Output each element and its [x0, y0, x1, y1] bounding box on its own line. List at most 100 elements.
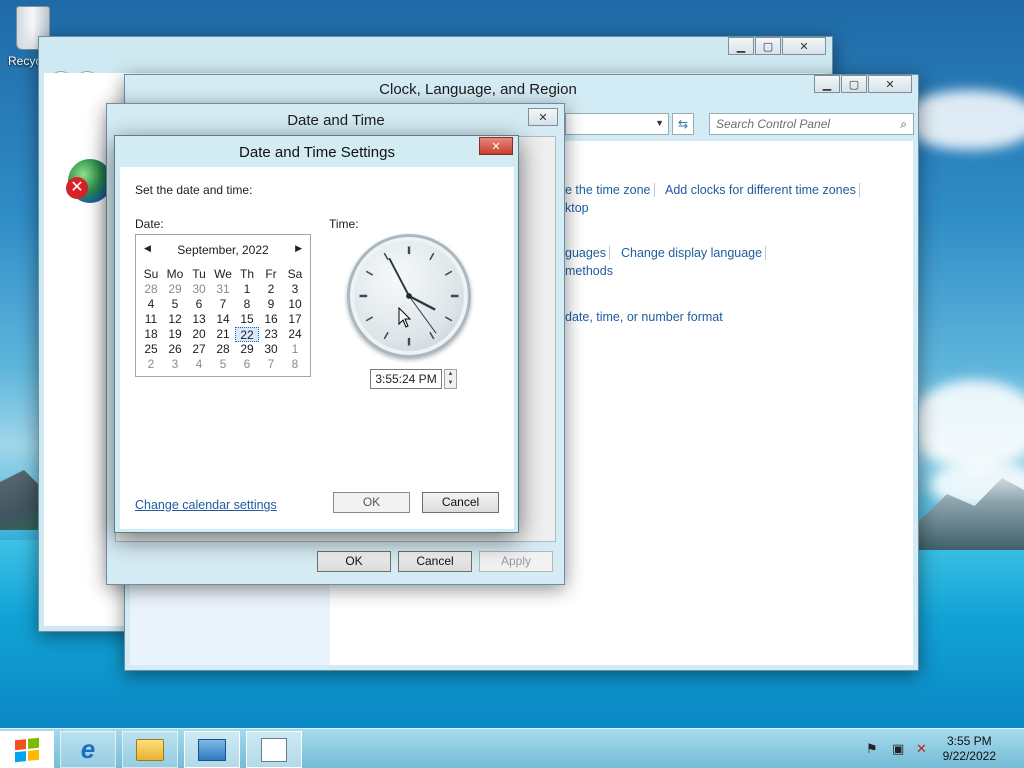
- weekday-header: Tu: [192, 267, 206, 281]
- add-clocks-link[interactable]: Add clocks for different time zones: [665, 183, 856, 197]
- calendar-day[interactable]: 25: [139, 342, 163, 357]
- calendar-day[interactable]: 29: [235, 342, 259, 357]
- calendar-day[interactable]: 5: [163, 297, 187, 312]
- calendar-day[interactable]: 3: [163, 357, 187, 372]
- calendar-day[interactable]: 30: [259, 342, 283, 357]
- next-month-icon[interactable]: ▶: [295, 243, 302, 254]
- refresh-icon[interactable]: ⇆: [672, 113, 694, 135]
- spin-down-icon[interactable]: ▼: [445, 379, 456, 388]
- calendar-day[interactable]: 6: [235, 357, 259, 372]
- weekday-header: Th: [239, 267, 254, 281]
- number-format-link[interactable]: date, time, or number format: [565, 310, 723, 324]
- date-time-taskbar-button[interactable]: [246, 731, 302, 768]
- search-icon[interactable]: ⌕: [900, 117, 907, 132]
- maximize-button[interactable]: ▢: [755, 37, 781, 55]
- ok-button[interactable]: OK: [333, 492, 410, 513]
- clock-center: [406, 293, 412, 299]
- calendar-day[interactable]: 21: [211, 327, 235, 342]
- calendar-day[interactable]: 28: [139, 282, 163, 297]
- dropdown-arrow-icon[interactable]: ▼: [655, 118, 664, 128]
- close-button[interactable]: ✕: [479, 137, 513, 155]
- calendar-day[interactable]: 16: [259, 312, 283, 327]
- minimize-button[interactable]: ▁: [814, 75, 840, 93]
- file-explorer-taskbar-button[interactable]: [122, 731, 178, 768]
- calendar-day[interactable]: 13: [187, 312, 211, 327]
- input-methods-link[interactable]: methods: [565, 264, 613, 278]
- ok-button[interactable]: OK: [317, 551, 391, 572]
- close-button[interactable]: ✕: [528, 108, 558, 126]
- caption-buttons: ✕: [478, 137, 513, 155]
- calendar-day[interactable]: 19: [163, 327, 187, 342]
- internet-explorer-icon: e: [80, 734, 96, 764]
- calendar-day[interactable]: 8: [283, 357, 307, 372]
- control-panel-taskbar-button[interactable]: [184, 731, 240, 768]
- calendar-day[interactable]: 17: [283, 312, 307, 327]
- calendar-day[interactable]: 6: [187, 297, 211, 312]
- calendar-day[interactable]: 24: [283, 327, 307, 342]
- calendar-clock-icon: [261, 737, 287, 762]
- close-button[interactable]: ✕: [782, 37, 826, 55]
- cancel-button[interactable]: Cancel: [422, 492, 499, 513]
- calendar-day[interactable]: 27: [187, 342, 211, 357]
- instruction-text: Set the date and time:: [135, 183, 253, 197]
- calendar-day[interactable]: 7: [211, 297, 235, 312]
- volume-muted-icon[interactable]: ✕: [916, 741, 927, 757]
- weekday-header: Su: [143, 267, 159, 281]
- search-input[interactable]: Search Control Panel ⌕: [709, 113, 914, 135]
- calendar-day[interactable]: 22: [235, 327, 259, 342]
- wallpaper-cloud: [910, 380, 1024, 470]
- calendar-day[interactable]: 30: [187, 282, 211, 297]
- calendar-month-year[interactable]: September, 2022: [136, 243, 310, 257]
- calendar-day[interactable]: 10: [283, 297, 307, 312]
- calendar-day[interactable]: 14: [211, 312, 235, 327]
- calendar-day[interactable]: 2: [139, 357, 163, 372]
- calendar-day[interactable]: 15: [235, 312, 259, 327]
- languages-link[interactable]: guages: [565, 246, 606, 260]
- calendar-day[interactable]: 23: [259, 327, 283, 342]
- calendar-day[interactable]: 7: [259, 357, 283, 372]
- cancel-button[interactable]: Cancel: [398, 551, 472, 572]
- change-display-language-link[interactable]: Change display language: [621, 246, 762, 260]
- spin-up-icon[interactable]: ▲: [445, 370, 456, 379]
- internet-explorer-taskbar-button[interactable]: e: [60, 731, 116, 768]
- start-button[interactable]: [0, 731, 54, 768]
- minute-hand: [388, 257, 410, 297]
- analog-clock: [347, 234, 471, 358]
- calendar-day[interactable]: 1: [283, 342, 307, 357]
- calendar-day[interactable]: 31: [211, 282, 235, 297]
- minimize-button[interactable]: ▁: [728, 37, 754, 55]
- network-icon[interactable]: ▣: [892, 741, 904, 757]
- desktop-link[interactable]: ktop: [565, 201, 589, 215]
- action-center-flag-icon[interactable]: ⚑: [866, 741, 878, 757]
- calendar-day[interactable]: 29: [163, 282, 187, 297]
- change-time-zone-link[interactable]: e the time zone: [565, 183, 650, 197]
- control-panel-icon: [198, 738, 226, 761]
- calendar-day[interactable]: 9: [259, 297, 283, 312]
- time-spinner[interactable]: ▲ ▼: [444, 369, 457, 389]
- clock-tick: [365, 316, 374, 322]
- calendar-day[interactable]: 11: [139, 312, 163, 327]
- address-bar[interactable]: ▼: [565, 113, 669, 135]
- calendar-day[interactable]: 1: [235, 282, 259, 297]
- calendar-day[interactable]: 5: [211, 357, 235, 372]
- calendar-day[interactable]: 2: [259, 282, 283, 297]
- calendar-day[interactable]: 8: [235, 297, 259, 312]
- calendar-day[interactable]: 20: [187, 327, 211, 342]
- calendar[interactable]: ◀ September, 2022 ▶ Su Mo Tu We Th Fr Sa 28 29 30…: [135, 234, 311, 377]
- apply-button[interactable]: Apply: [479, 551, 553, 572]
- taskbar-clock[interactable]: 3:55 PM 9/22/2022: [943, 734, 996, 764]
- date-time-settings-dialog[interactable]: Date and Time Settings ✕ Set the date an…: [114, 135, 519, 533]
- maximize-button[interactable]: ▢: [841, 75, 867, 93]
- change-calendar-settings-link[interactable]: Change calendar settings: [135, 498, 277, 512]
- calendar-day[interactable]: 18: [139, 327, 163, 342]
- weekday-header: Sa: [287, 267, 303, 281]
- calendar-day[interactable]: 12: [163, 312, 187, 327]
- calendar-day[interactable]: 26: [163, 342, 187, 357]
- calendar-day[interactable]: 4: [187, 357, 211, 372]
- calendar-day[interactable]: 28: [211, 342, 235, 357]
- calendar-day[interactable]: 4: [139, 297, 163, 312]
- time-input[interactable]: 3:55:24 PM: [370, 369, 442, 389]
- calendar-day[interactable]: 3: [283, 282, 307, 297]
- time-label: Time:: [329, 217, 359, 231]
- close-button[interactable]: ✕: [868, 75, 912, 93]
